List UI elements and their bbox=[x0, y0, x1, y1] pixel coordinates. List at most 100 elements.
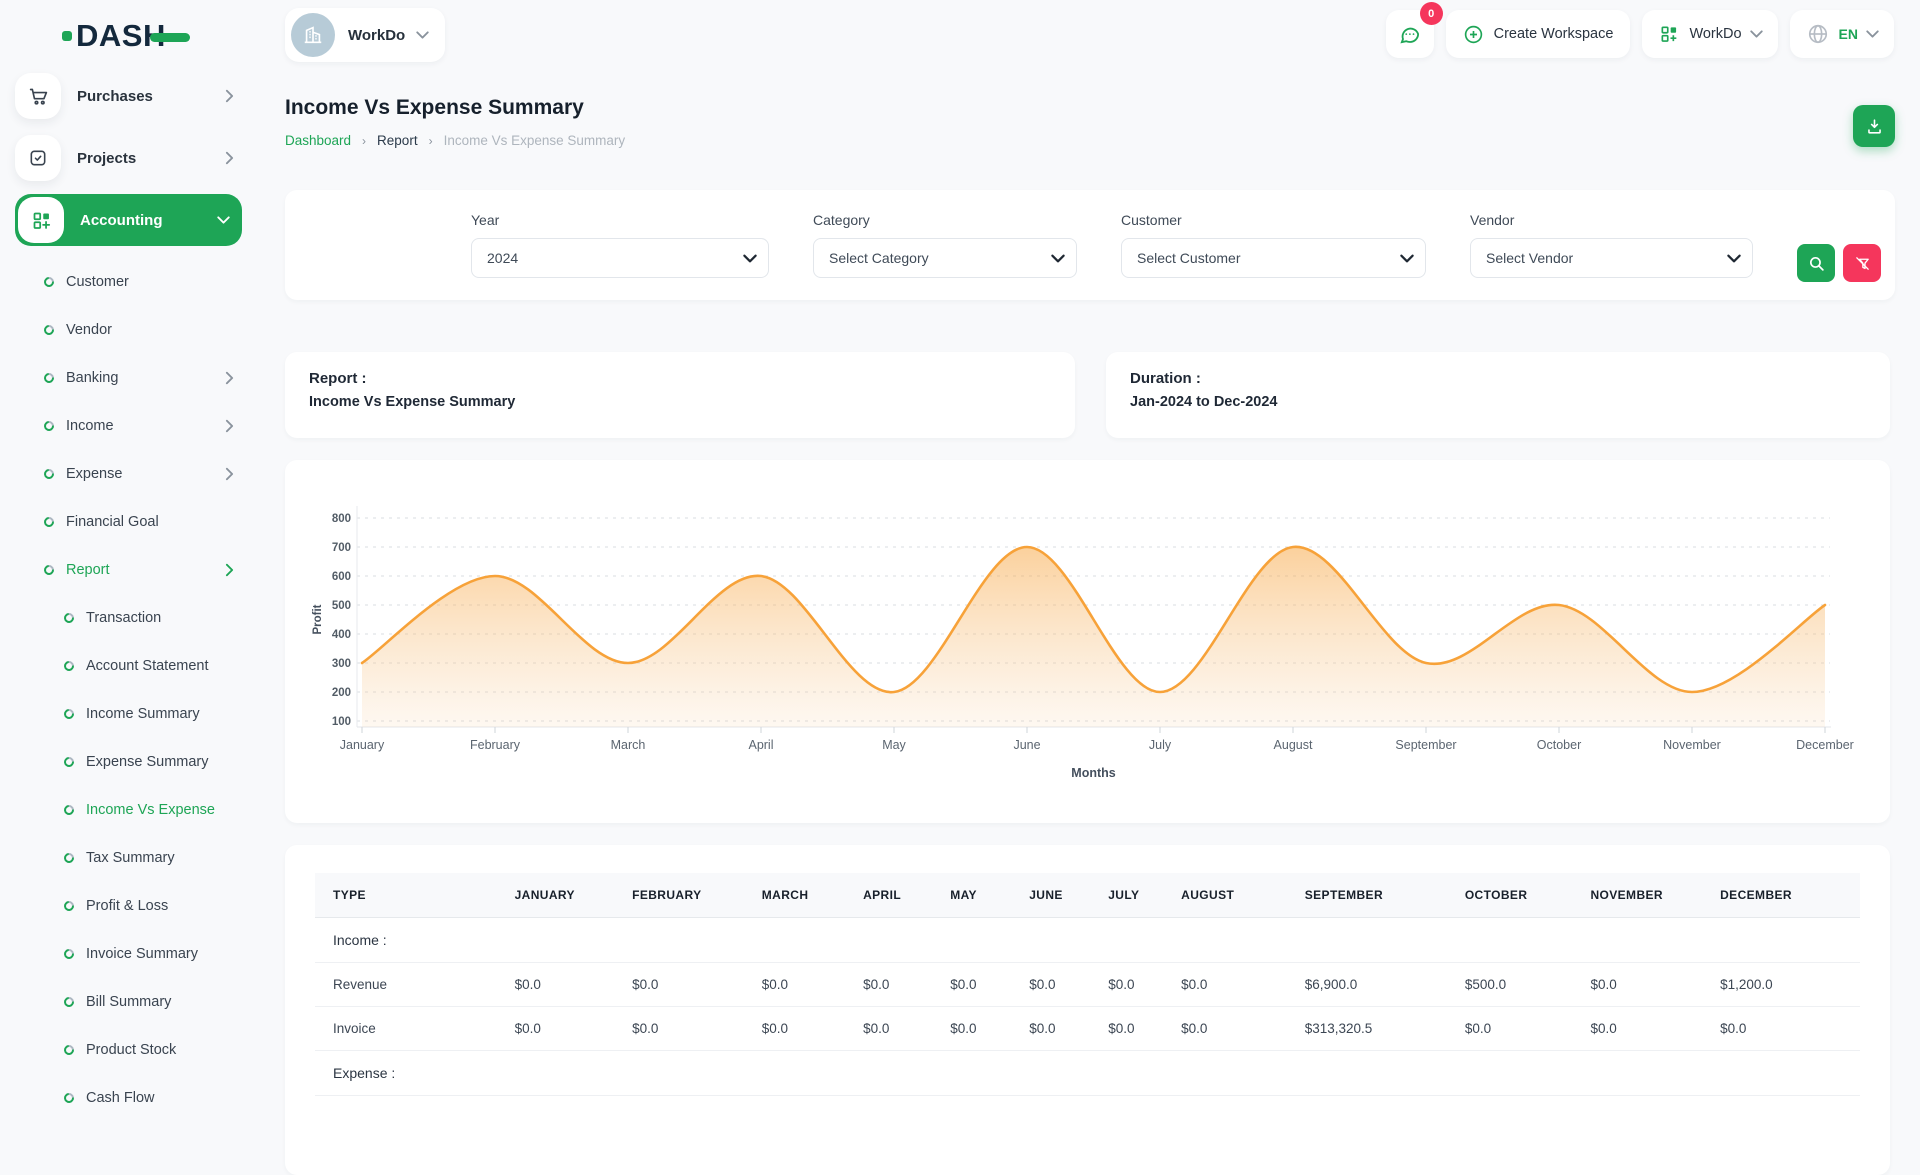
sidebar-item-projects[interactable]: Projects bbox=[15, 132, 244, 184]
cell-value: $0.0 bbox=[863, 1007, 950, 1051]
app-logo[interactable]: DASH bbox=[62, 18, 190, 54]
column-header: NOVEMBER bbox=[1590, 873, 1720, 918]
year-select[interactable]: 2024 bbox=[471, 238, 769, 278]
reset-filter-icon bbox=[1854, 255, 1871, 272]
sidebar-item-label: Banking bbox=[66, 370, 118, 386]
cell-value: $0.0 bbox=[1181, 963, 1305, 1007]
sidebar-item-profit-loss[interactable]: Profit & Loss bbox=[0, 882, 264, 930]
x-tick-label: August bbox=[1274, 738, 1313, 752]
y-axis-title: Profit bbox=[312, 604, 324, 634]
chevron-right-icon bbox=[225, 419, 234, 433]
y-tick-label: 600 bbox=[332, 571, 351, 583]
breadcrumb-current: Income Vs Expense Summary bbox=[444, 133, 626, 148]
sidebar-item-label: Accounting bbox=[80, 212, 163, 229]
sidebar-item-label: Report bbox=[66, 562, 110, 578]
income-expense-table: TYPEJANUARYFEBRUARYMARCHAPRILMAYJUNEJULY… bbox=[315, 873, 1860, 1096]
sidebar-item-label: Cash Flow bbox=[86, 1090, 155, 1106]
sidebar-item-expense[interactable]: Expense bbox=[0, 450, 264, 498]
bullet-icon bbox=[62, 1091, 76, 1105]
chevron-down-icon bbox=[1868, 27, 1877, 41]
app-menu-label: WorkDo bbox=[1689, 26, 1741, 42]
x-tick-label: June bbox=[1013, 738, 1040, 752]
app-menu-button[interactable]: WorkDo bbox=[1642, 10, 1777, 58]
sidebar-item-report[interactable]: Report bbox=[0, 546, 264, 594]
accounting-submenu: Customer Vendor Banking Income Expense F… bbox=[0, 258, 264, 1122]
sidebar-item-bill-summary[interactable]: Bill Summary bbox=[0, 978, 264, 1026]
cell-value: $0.0 bbox=[1181, 1007, 1305, 1051]
sidebar-item-product-stock[interactable]: Product Stock bbox=[0, 1026, 264, 1074]
chevron-right-icon bbox=[225, 89, 234, 103]
row-type: Revenue bbox=[315, 963, 515, 1007]
breadcrumb-dashboard-link[interactable]: Dashboard bbox=[285, 133, 351, 148]
sidebar-item-label: Vendor bbox=[66, 322, 112, 338]
year-filter-group: Year 2024 bbox=[471, 212, 769, 300]
column-header: FEBRUARY bbox=[632, 873, 762, 918]
chevron-down-icon bbox=[745, 251, 755, 266]
sidebar-item-label: Product Stock bbox=[86, 1042, 176, 1058]
apply-filter-button[interactable] bbox=[1797, 244, 1835, 282]
sidebar-item-vendor[interactable]: Vendor bbox=[0, 306, 264, 354]
sidebar-item-expense-summary[interactable]: Expense Summary bbox=[0, 738, 264, 786]
chat-bubble-icon bbox=[1398, 23, 1421, 46]
sidebar-item-income-summary[interactable]: Income Summary bbox=[0, 690, 264, 738]
category-value: Select Category bbox=[829, 250, 929, 266]
report-card-value: Income Vs Expense Summary bbox=[309, 394, 1051, 410]
report-card-title: Report : bbox=[309, 370, 1051, 387]
sidebar-item-account-statement[interactable]: Account Statement bbox=[0, 642, 264, 690]
globe-icon bbox=[1807, 23, 1829, 45]
x-tick-label: January bbox=[340, 738, 385, 752]
row-type: Invoice bbox=[315, 1007, 515, 1051]
column-header: APRIL bbox=[863, 873, 950, 918]
profit-chart-card: 100200300400500600700800JanuaryFebruaryM… bbox=[285, 460, 1890, 823]
sidebar-item-cash-flow[interactable]: Cash Flow bbox=[0, 1074, 264, 1122]
chevron-down-icon bbox=[1402, 251, 1412, 266]
category-select[interactable]: Select Category bbox=[813, 238, 1077, 278]
sidebar-item-income[interactable]: Income bbox=[0, 402, 264, 450]
sidebar-item-label: Account Statement bbox=[86, 658, 209, 674]
x-tick-label: May bbox=[882, 738, 906, 752]
sidebar-item-tax-summary[interactable]: Tax Summary bbox=[0, 834, 264, 882]
table-section-row: Income : bbox=[315, 918, 1860, 963]
column-header: JULY bbox=[1108, 873, 1181, 918]
language-selector[interactable]: EN bbox=[1790, 10, 1894, 58]
bullet-icon bbox=[42, 323, 56, 337]
sidebar-item-customer[interactable]: Customer bbox=[0, 258, 264, 306]
sidebar-item-accounting[interactable]: Accounting bbox=[15, 194, 242, 246]
year-label: Year bbox=[471, 212, 769, 228]
sidebar-item-purchases[interactable]: Purchases bbox=[15, 70, 244, 122]
cell-value: $0.0 bbox=[632, 963, 762, 1007]
y-tick-label: 200 bbox=[332, 687, 351, 699]
x-tick-label: October bbox=[1537, 738, 1581, 752]
chevron-right-icon: › bbox=[362, 134, 366, 148]
cell-value: $313,320.5 bbox=[1305, 1007, 1465, 1051]
chevron-right-icon bbox=[225, 151, 234, 165]
bullet-icon bbox=[62, 659, 76, 673]
bullet-icon bbox=[62, 947, 76, 961]
download-report-button[interactable] bbox=[1853, 105, 1895, 147]
sidebar-item-transaction[interactable]: Transaction bbox=[0, 594, 264, 642]
customer-select[interactable]: Select Customer bbox=[1121, 238, 1426, 278]
sidebar-item-invoice-summary[interactable]: Invoice Summary bbox=[0, 930, 264, 978]
cell-value: $1,200.0 bbox=[1720, 963, 1860, 1007]
create-workspace-button[interactable]: Create Workspace bbox=[1446, 10, 1631, 58]
cell-value: $0.0 bbox=[632, 1007, 762, 1051]
summary-table-card: TYPEJANUARYFEBRUARYMARCHAPRILMAYJUNEJULY… bbox=[285, 845, 1890, 1175]
bullet-icon bbox=[42, 515, 56, 529]
section-label: Expense : bbox=[315, 1051, 1860, 1096]
reset-filter-button[interactable] bbox=[1843, 244, 1881, 282]
sidebar-item-income-vs-expense[interactable]: Income Vs Expense bbox=[0, 786, 264, 834]
column-header: TYPE bbox=[315, 873, 515, 918]
x-tick-label: March bbox=[611, 738, 646, 752]
cell-value: $0.0 bbox=[863, 963, 950, 1007]
duration-summary-card: Duration : Jan-2024 to Dec-2024 bbox=[1106, 352, 1890, 438]
breadcrumb-report-link[interactable]: Report bbox=[377, 133, 418, 148]
sidebar-item-banking[interactable]: Banking bbox=[0, 354, 264, 402]
cell-value: $0.0 bbox=[950, 1007, 1029, 1051]
messages-button[interactable]: 0 bbox=[1386, 10, 1434, 58]
vendor-select[interactable]: Select Vendor bbox=[1470, 238, 1753, 278]
sidebar-item-financial-goal[interactable]: Financial Goal bbox=[0, 498, 264, 546]
cell-value: $0.0 bbox=[1465, 1007, 1591, 1051]
workspace-switcher[interactable]: WorkDo bbox=[285, 8, 445, 62]
cell-value: $0.0 bbox=[1108, 1007, 1181, 1051]
filter-actions bbox=[1797, 212, 1881, 300]
